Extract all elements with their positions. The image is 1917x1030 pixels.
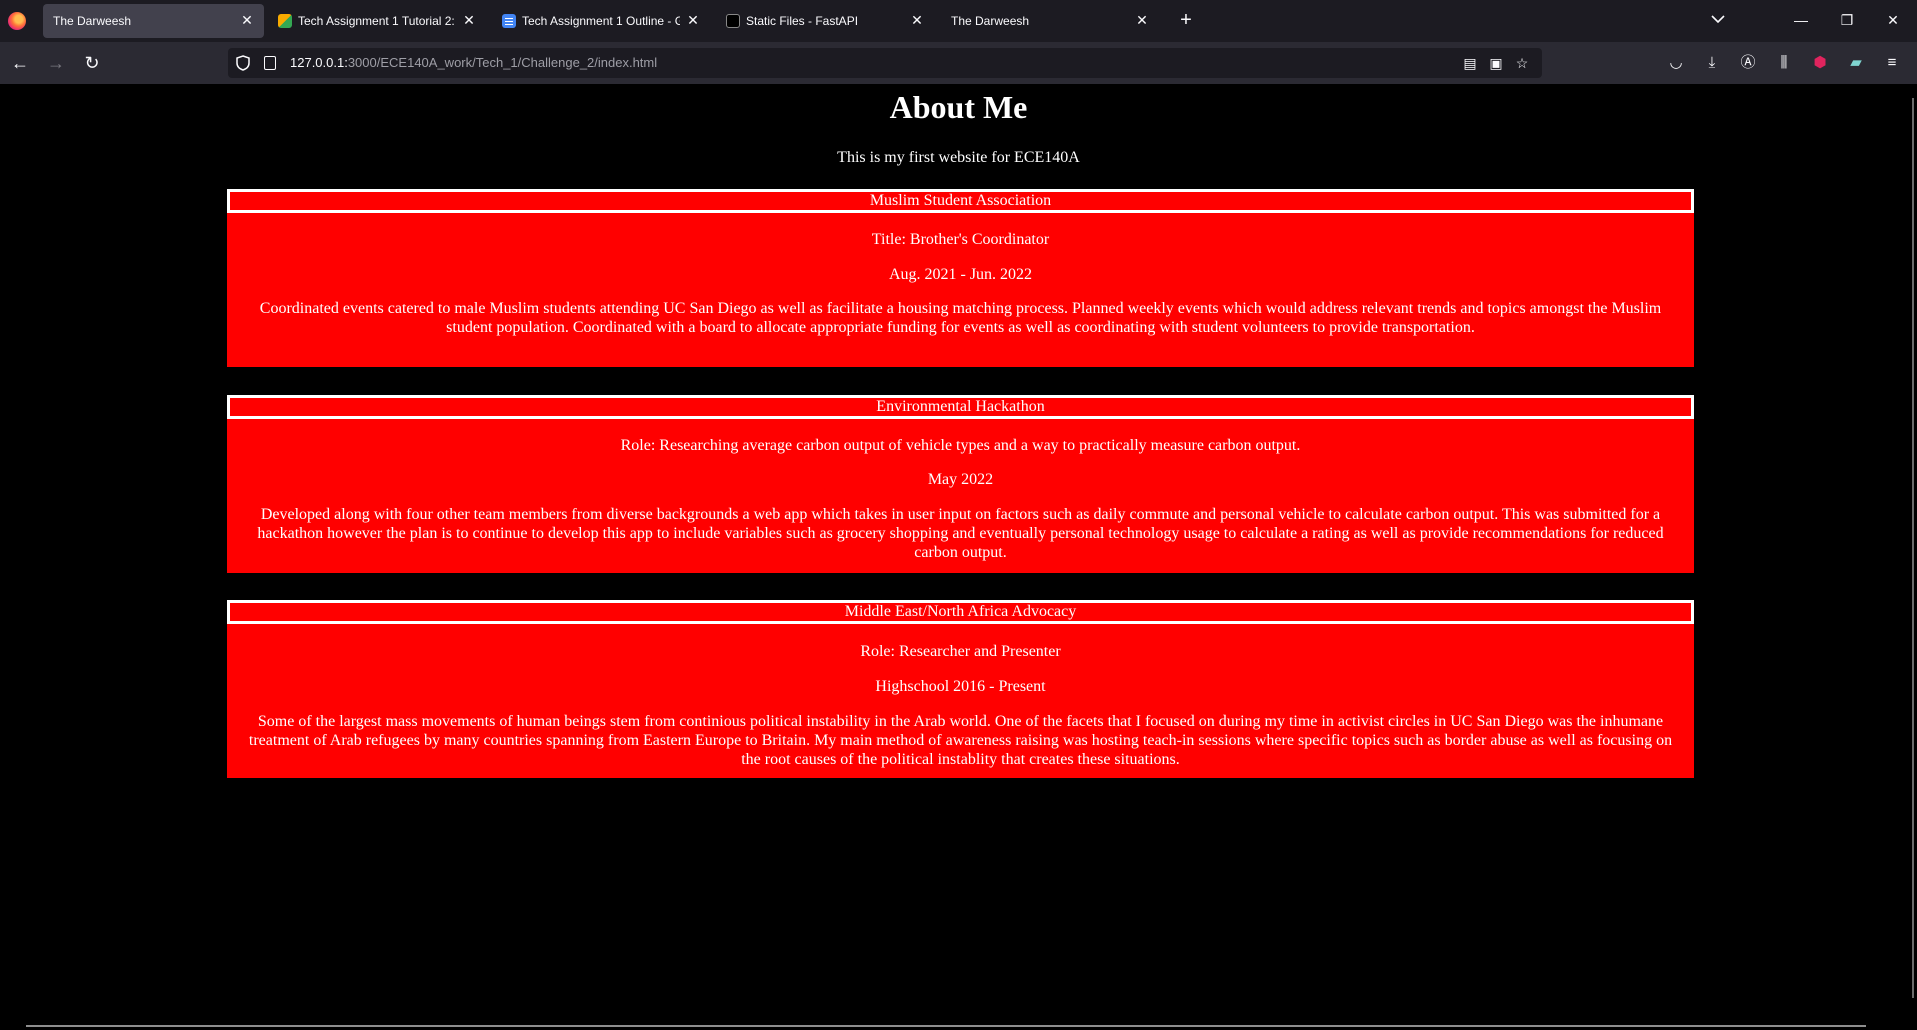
url-text[interactable]: 127.0.0.1:3000/ECE140A_work/Tech_1/Chall… [290, 55, 657, 70]
colab-icon [278, 14, 292, 28]
close-icon[interactable]: ✕ [684, 11, 702, 29]
navigation-toolbar: ← → ↻ 127.0.0.1:3000/ECE140A_work/Tech_1… [0, 42, 1917, 84]
firefox-logo-icon[interactable] [8, 12, 26, 30]
section-description: Coordinated events catered to male Musli… [259, 300, 1662, 336]
close-icon[interactable]: ✕ [238, 11, 256, 29]
bookmark-star-icon[interactable]: ☆ [1512, 53, 1532, 73]
section-heading: Muslim Student Association [227, 189, 1694, 213]
tab-the-darweesh-2[interactable]: The Darweesh ✕ [941, 4, 1159, 38]
url-bar[interactable]: 127.0.0.1:3000/ECE140A_work/Tech_1/Chall… [228, 48, 1542, 78]
downloads-icon[interactable]: ⤓ [1700, 51, 1724, 75]
menu-hamburger-icon[interactable]: ≡ [1880, 51, 1904, 75]
tab-title: The Darweesh [951, 14, 1030, 28]
tab-tech-assignment-outline[interactable]: Tech Assignment 1 Outline - Go ✕ [492, 4, 710, 38]
horizontal-rule [26, 1025, 1866, 1027]
list-all-tabs-chevron-icon[interactable] [1708, 12, 1728, 30]
tracking-protection-shield-icon[interactable] [236, 55, 250, 71]
close-icon[interactable]: ✕ [1133, 11, 1151, 29]
section-dates: Highschool 2016 - Present [875, 678, 1046, 695]
window-close-icon[interactable]: ✕ [1878, 8, 1908, 32]
vertical-scrollbar[interactable] [1912, 98, 1914, 998]
tab-title: Tech Assignment 1 Tutorial 2: Py [298, 14, 456, 28]
section-role: Title: Brother's Coordinator [871, 231, 1050, 248]
library-icon[interactable]: ⫼ [1772, 51, 1796, 75]
tab-title: The Darweesh [53, 14, 132, 28]
section-role: Role: Researcher and Presenter [860, 643, 1061, 660]
section-environmental-hackathon: Environmental Hackathon Role: Researchin… [227, 395, 1694, 573]
translate-icon[interactable]: ▣ [1486, 53, 1506, 73]
page-viewport: About Me This is my first website for EC… [0, 84, 1917, 1030]
minimize-icon[interactable]: — [1786, 8, 1816, 32]
tab-title: Static Files - FastAPI [746, 14, 859, 28]
new-tab-plus-icon[interactable]: + [1175, 10, 1197, 32]
fastapi-icon [726, 14, 740, 28]
section-description: Developed along with four other team mem… [257, 506, 1664, 561]
ublock-origin-icon[interactable]: ⬢ [1808, 51, 1832, 75]
google-docs-icon [502, 14, 516, 28]
page-title: About Me [889, 89, 1028, 125]
tab-the-darweesh[interactable]: The Darweesh ✕ [43, 4, 264, 38]
section-description: Some of the largest mass movements of hu… [248, 713, 1673, 768]
url-path: 3000/ECE140A_work/Tech_1/Challenge_2/ind… [347, 55, 658, 70]
tab-static-files-fastapi[interactable]: Static Files - FastAPI ✕ [716, 4, 934, 38]
section-dates: May 2022 [927, 471, 994, 488]
tab-tech-assignment-tutorial[interactable]: Tech Assignment 1 Tutorial 2: Py ✕ [268, 4, 486, 38]
tab-strip: The Darweesh ✕ Tech Assignment 1 Tutoria… [0, 0, 1917, 42]
section-heading: Middle East/North Africa Advocacy [227, 600, 1694, 624]
page-subtitle: This is my first website for ECE140A [837, 149, 1080, 166]
section-muslim-student-association: Muslim Student Association Title: Brothe… [227, 189, 1694, 367]
page-info-icon[interactable] [264, 56, 276, 70]
account-icon[interactable]: Ⓐ [1736, 51, 1760, 75]
back-arrow-icon[interactable]: ← [8, 51, 32, 75]
restore-icon[interactable]: ❐ [1832, 8, 1862, 32]
section-role: Role: Researching average carbon output … [620, 437, 1301, 454]
section-mena-advocacy: Middle East/North Africa Advocacy Role: … [227, 600, 1694, 778]
close-icon[interactable]: ✕ [908, 11, 926, 29]
forward-arrow-icon[interactable]: → [44, 51, 68, 75]
section-heading: Environmental Hackathon [227, 395, 1694, 419]
tab-title: Tech Assignment 1 Outline - Go [522, 14, 680, 28]
extension-icon[interactable]: ▰ [1844, 51, 1868, 75]
reload-icon[interactable]: ↻ [80, 51, 104, 75]
reader-view-icon[interactable]: ▤ [1460, 53, 1480, 73]
url-host: 127.0.0.1: [290, 55, 348, 70]
pocket-icon[interactable]: ◡ [1664, 51, 1688, 75]
section-dates: Aug. 2021 - Jun. 2022 [888, 266, 1033, 283]
close-icon[interactable]: ✕ [460, 11, 478, 29]
